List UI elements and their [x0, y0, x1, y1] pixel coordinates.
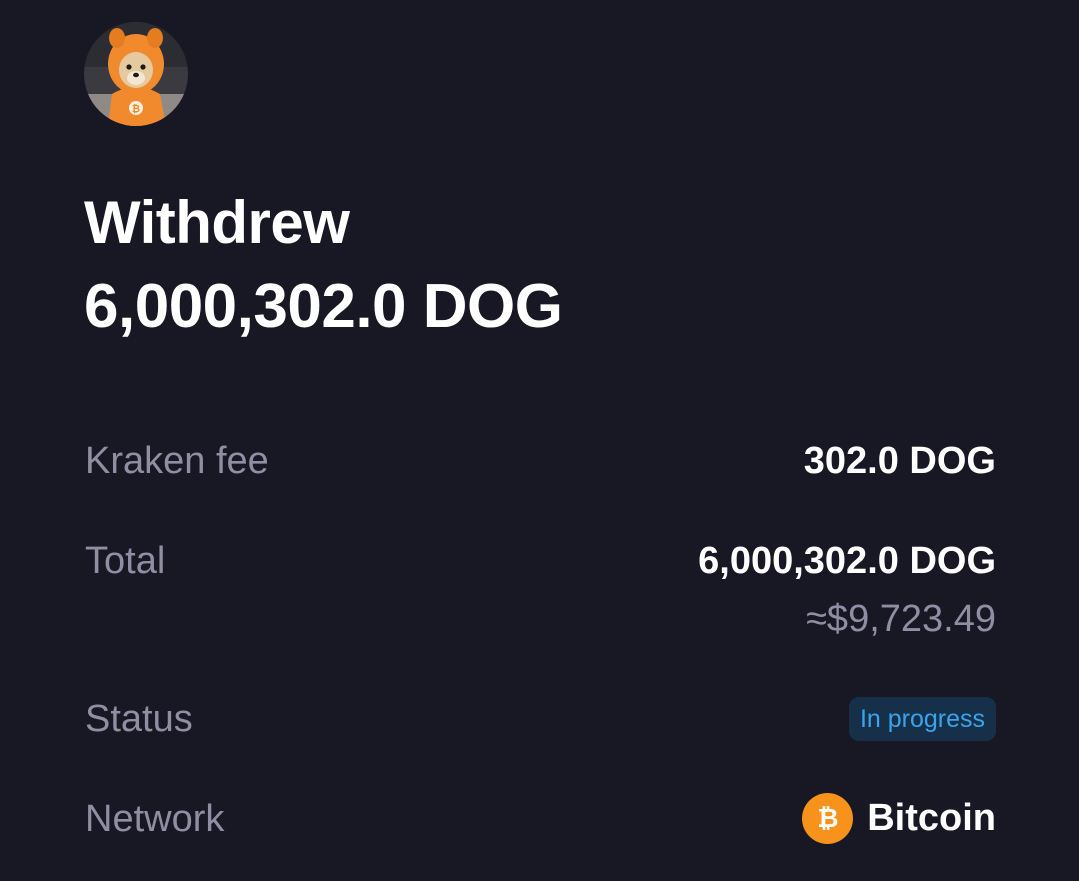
network-value: ₿ Bitcoin [802, 792, 996, 844]
withdrawal-amount: 6,000,302.0 DOG [84, 272, 563, 341]
svg-text:₿: ₿ [817, 804, 838, 833]
status-label: Status [85, 698, 193, 740]
fee-label: Kraken fee [85, 440, 269, 482]
network-name: Bitcoin [867, 797, 996, 839]
bitcoin-icon: ₿ [802, 792, 854, 844]
dog-avatar-icon: ₿ [84, 22, 188, 126]
fee-value: 302.0 DOG [803, 440, 996, 482]
total-value: 6,000,302.0 DOG [698, 540, 996, 582]
token-avatar: ₿ [84, 22, 188, 126]
status-badge: In progress [848, 697, 996, 741]
page-title: Withdrew [84, 189, 350, 256]
total-fiat-value: ≈$9,723.49 [806, 598, 996, 640]
svg-text:₿: ₿ [132, 103, 140, 115]
network-label: Network [85, 798, 225, 840]
total-label: Total [85, 540, 166, 582]
